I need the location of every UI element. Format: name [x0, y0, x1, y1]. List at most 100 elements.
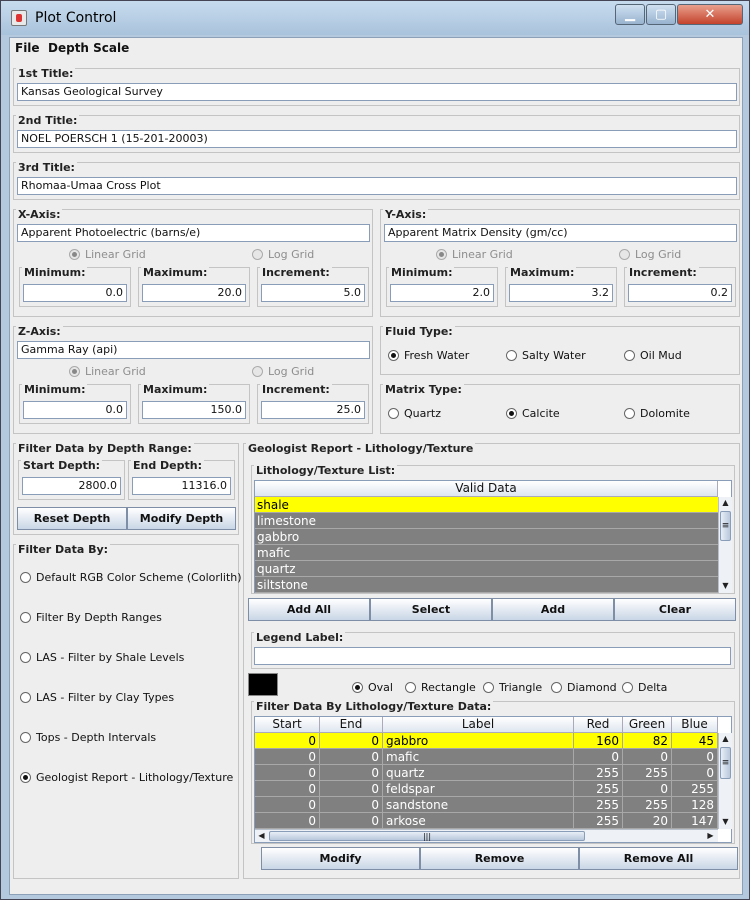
x-increment-input[interactable]: 5.0 [261, 284, 365, 302]
z-minimum-input[interactable]: 0.0 [23, 401, 127, 419]
start-column-header[interactable]: Start [255, 717, 320, 733]
green-cell[interactable]: 255 [623, 797, 672, 812]
lithology-list[interactable]: Valid Data shale limestone gabbro mafic … [254, 480, 732, 593]
table-row[interactable]: 0 0 quartz 255 255 0 [255, 765, 718, 781]
green-cell[interactable]: 255 [623, 765, 672, 780]
maximize-button[interactable]: ▢ [646, 4, 676, 25]
title-bar[interactable]: Plot Control ▁ ▢ ✕ [1, 1, 749, 35]
start-depth-input[interactable]: 2800.0 [22, 477, 121, 495]
x-minimum-input[interactable]: 0.0 [23, 284, 127, 302]
list-vertical-scrollbar[interactable]: ▲ ≡ ▼ [718, 497, 732, 593]
green-cell[interactable]: 0 [623, 781, 672, 796]
label-cell[interactable]: sandstone [383, 797, 574, 812]
table-row[interactable]: 0 0 sandstone 255 255 128 [255, 797, 718, 813]
end-depth-input[interactable]: 11316.0 [132, 477, 231, 495]
y-increment-input[interactable]: 0.2 [628, 284, 732, 302]
list-item[interactable]: siltstone [255, 577, 718, 593]
z-maximum-input[interactable]: 150.0 [142, 401, 246, 419]
modify-button[interactable]: Modify [261, 847, 420, 870]
red-cell[interactable]: 255 [574, 813, 623, 828]
start-cell[interactable]: 0 [255, 813, 320, 828]
matrix-quartz-radio[interactable]: Quartz [388, 407, 441, 420]
blue-column-header[interactable]: Blue [672, 717, 718, 733]
y-linear-grid-radio[interactable]: Linear Grid [436, 248, 513, 261]
z-linear-grid-radio[interactable]: Linear Grid [69, 365, 146, 378]
end-cell[interactable]: 0 [320, 781, 383, 796]
label-cell[interactable]: quartz [383, 765, 574, 780]
y-axis-name-input[interactable]: Apparent Matrix Density (gm/cc) [384, 224, 737, 242]
fluid-oil-mud-radio[interactable]: Oil Mud [624, 349, 682, 362]
clear-button[interactable]: Clear [614, 598, 736, 621]
fluid-fresh-water-radio[interactable]: Fresh Water [388, 349, 469, 362]
list-item[interactable]: mafic [255, 545, 718, 561]
filter-geologist-report-radio[interactable]: Geologist Report - Lithology/Texture [20, 771, 233, 784]
filter-colorlith-radio[interactable]: Default RGB Color Scheme (Colorlith) [20, 571, 242, 584]
z-increment-input[interactable]: 25.0 [261, 401, 365, 419]
add-all-button[interactable]: Add All [248, 598, 370, 621]
y-log-grid-radio[interactable]: Log Grid [619, 248, 681, 261]
shape-delta-radio[interactable]: Delta [622, 681, 667, 694]
blue-cell[interactable]: 0 [672, 749, 718, 764]
second-title-input[interactable]: NOEL POERSCH 1 (15-201-20003) [17, 130, 737, 148]
lithology-filter-table[interactable]: Start End Label Red Green Blue 0 0 gabbr… [254, 716, 732, 843]
green-cell[interactable]: 82 [623, 733, 672, 748]
x-log-grid-radio[interactable]: Log Grid [252, 248, 314, 261]
filter-shale-levels-radio[interactable]: LAS - Filter by Shale Levels [20, 651, 184, 664]
reset-depth-button[interactable]: Reset Depth [17, 507, 127, 530]
minimize-button[interactable]: ▁ [615, 4, 645, 25]
label-cell[interactable]: mafic [383, 749, 574, 764]
x-maximum-input[interactable]: 20.0 [142, 284, 246, 302]
x-axis-name-input[interactable]: Apparent Photoelectric (barns/e) [17, 224, 370, 242]
x-linear-grid-radio[interactable]: Linear Grid [69, 248, 146, 261]
start-cell[interactable]: 0 [255, 733, 320, 748]
scroll-thumb[interactable]: ≡ [720, 511, 731, 541]
table-row[interactable]: 0 0 arkose 255 20 147 [255, 813, 718, 829]
shape-oval-radio[interactable]: Oval [352, 681, 393, 694]
filter-tops-radio[interactable]: Tops - Depth Intervals [20, 731, 156, 744]
scroll-right-icon[interactable]: ▶ [704, 830, 717, 842]
matrix-dolomite-radio[interactable]: Dolomite [624, 407, 690, 420]
shape-diamond-radio[interactable]: Diamond [551, 681, 617, 694]
table-row[interactable]: 0 0 mafic 0 0 0 [255, 749, 718, 765]
y-maximum-input[interactable]: 3.2 [509, 284, 613, 302]
scroll-thumb[interactable]: ≡ [720, 747, 731, 779]
shape-rectangle-radio[interactable]: Rectangle [405, 681, 476, 694]
end-cell[interactable]: 0 [320, 749, 383, 764]
filter-depth-ranges-radio[interactable]: Filter By Depth Ranges [20, 611, 162, 624]
remove-all-button[interactable]: Remove All [579, 847, 738, 870]
end-cell[interactable]: 0 [320, 733, 383, 748]
end-column-header[interactable]: End [320, 717, 383, 733]
shape-triangle-radio[interactable]: Triangle [483, 681, 542, 694]
start-cell[interactable]: 0 [255, 781, 320, 796]
scroll-left-icon[interactable]: ◀ [255, 830, 268, 842]
legend-label-input[interactable] [254, 647, 731, 665]
list-item[interactable]: shale [255, 497, 718, 513]
blue-cell[interactable]: 45 [672, 733, 718, 748]
red-cell[interactable]: 0 [574, 749, 623, 764]
start-cell[interactable]: 0 [255, 749, 320, 764]
red-cell[interactable]: 255 [574, 765, 623, 780]
table-row[interactable]: 0 0 gabbro 160 82 45 [255, 733, 718, 749]
menu-depth-scale[interactable]: Depth Scale [48, 41, 129, 55]
third-title-input[interactable]: Rhomaa-Umaa Cross Plot [17, 177, 737, 195]
modify-depth-button[interactable]: Modify Depth [127, 507, 236, 530]
red-cell[interactable]: 160 [574, 733, 623, 748]
green-column-header[interactable]: Green [623, 717, 672, 733]
end-cell[interactable]: 0 [320, 765, 383, 780]
list-item[interactable]: quartz [255, 561, 718, 577]
select-button[interactable]: Select [370, 598, 492, 621]
red-column-header[interactable]: Red [574, 717, 623, 733]
scroll-down-icon[interactable]: ▼ [719, 816, 732, 828]
label-cell[interactable]: gabbro [383, 733, 574, 748]
scroll-up-icon[interactable]: ▲ [719, 733, 732, 745]
close-button[interactable]: ✕ [677, 4, 743, 25]
blue-cell[interactable]: 128 [672, 797, 718, 812]
valid-data-column-header[interactable]: Valid Data [255, 481, 718, 497]
red-cell[interactable]: 255 [574, 797, 623, 812]
label-cell[interactable]: arkose [383, 813, 574, 828]
list-item[interactable]: limestone [255, 513, 718, 529]
y-minimum-input[interactable]: 2.0 [390, 284, 494, 302]
table-vertical-scrollbar[interactable]: ▲ ≡ ▼ [718, 733, 732, 829]
end-cell[interactable]: 0 [320, 797, 383, 812]
fluid-salty-water-radio[interactable]: Salty Water [506, 349, 586, 362]
